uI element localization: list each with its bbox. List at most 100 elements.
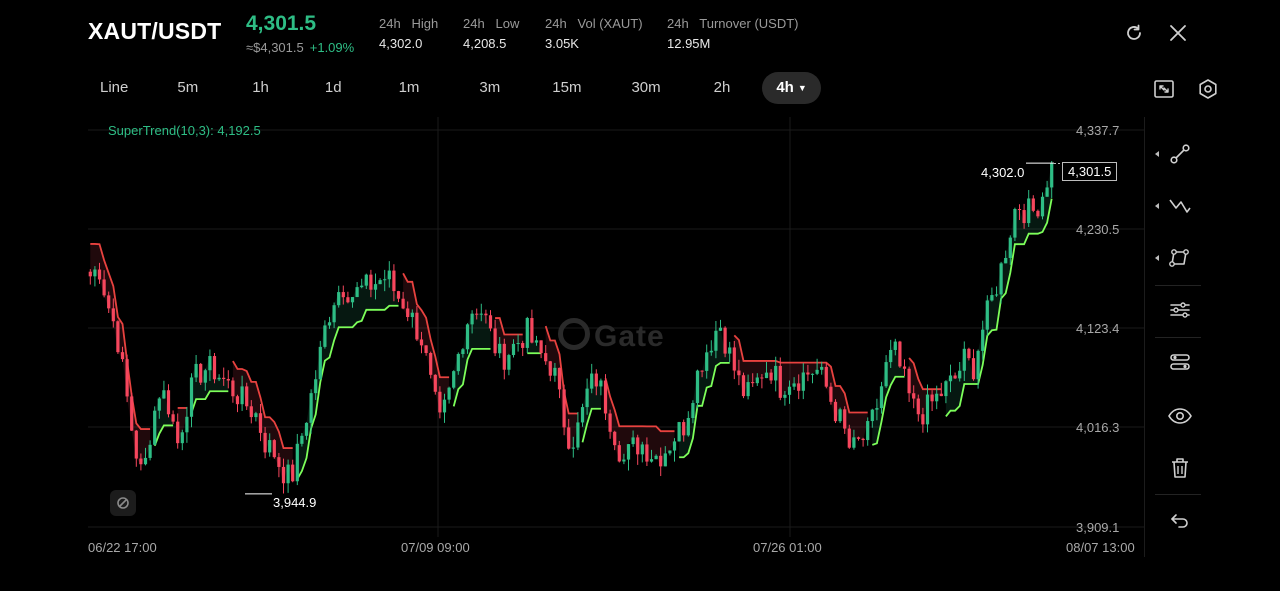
candle-body — [617, 445, 621, 462]
indicator-toggle-icon[interactable] — [110, 490, 136, 516]
candle-body — [810, 373, 815, 375]
candle-body — [199, 363, 203, 383]
candle-body — [999, 263, 1003, 295]
candle-body — [925, 394, 930, 425]
tf-3m[interactable]: 3m — [465, 72, 514, 104]
stat-value: 3.05K — [545, 36, 579, 51]
candle-body — [948, 375, 953, 382]
candle-body — [392, 270, 396, 292]
candle-body — [764, 372, 769, 379]
wave-pattern-tool-icon[interactable] — [1167, 193, 1193, 219]
candle-body — [442, 399, 447, 413]
candle-body — [939, 393, 943, 397]
tf-1d[interactable]: 1d — [311, 72, 356, 104]
candle-body — [143, 457, 148, 465]
candle-body — [291, 464, 295, 482]
candle-body — [691, 403, 695, 418]
candle-body — [222, 377, 226, 380]
candle-body — [631, 437, 635, 445]
candle-body — [930, 394, 934, 402]
candle-body — [861, 438, 865, 441]
expand-arrow-icon[interactable] — [1153, 150, 1161, 158]
pair-title[interactable]: XAUT/USDT — [88, 18, 221, 45]
candle-body — [695, 370, 700, 404]
candle-body — [102, 279, 106, 296]
candle-body — [714, 330, 718, 351]
candle-body — [438, 391, 442, 413]
tf-2h[interactable]: 2h — [700, 72, 745, 104]
tf-5m[interactable]: 5m — [163, 72, 212, 104]
refresh-icon[interactable] — [1123, 22, 1145, 44]
shape-tool-icon[interactable] — [1167, 245, 1193, 271]
candle-body — [323, 325, 327, 347]
candle-body — [153, 410, 157, 445]
candle-body — [355, 287, 359, 298]
candle-body — [493, 328, 497, 354]
candle-body — [806, 372, 810, 375]
tf-4h-dropdown[interactable]: 4h ▼ — [762, 72, 821, 104]
candle-body — [902, 366, 907, 369]
trendline-tool-icon[interactable] — [1167, 141, 1193, 167]
toolbar-divider — [1155, 285, 1201, 286]
tf-1h[interactable]: 1h — [238, 72, 283, 104]
candle-body — [737, 370, 741, 376]
candle-body — [465, 324, 470, 350]
adjust-sliders-icon[interactable] — [1167, 297, 1193, 323]
candle-body — [893, 341, 897, 350]
settings-icon[interactable] — [1196, 77, 1220, 101]
candle-body — [139, 458, 143, 465]
candle-body — [387, 270, 391, 280]
candle-body — [728, 347, 732, 354]
candle-body — [226, 379, 230, 381]
candle-body — [544, 353, 548, 362]
candle-body — [649, 459, 654, 462]
candle-body — [700, 370, 704, 372]
candle-body — [97, 269, 102, 280]
supertrend-indicator-label[interactable]: SuperTrend(10,3): 4,192.5 — [108, 123, 261, 138]
expand-arrow-icon[interactable] — [1153, 254, 1161, 262]
candle-body — [1031, 198, 1035, 211]
candle-body — [760, 377, 764, 379]
candle-body — [424, 345, 428, 354]
candle-body — [396, 291, 401, 299]
candle-body — [507, 355, 511, 370]
candle-body — [746, 382, 750, 397]
candle-body — [599, 380, 603, 387]
candle-body — [185, 416, 189, 433]
candle-body — [787, 386, 792, 395]
stat-label: 24h Low — [463, 16, 520, 31]
candle-body — [879, 386, 884, 409]
candle-body — [829, 386, 833, 402]
candle-body — [346, 297, 350, 303]
candle-body — [709, 350, 713, 353]
candle-body — [93, 269, 97, 277]
close-icon[interactable] — [1167, 22, 1189, 44]
expand-arrow-icon[interactable] — [1153, 202, 1161, 210]
trash-icon[interactable] — [1167, 455, 1193, 481]
candle-body — [889, 349, 893, 363]
candle-body — [277, 457, 281, 467]
candle-body — [935, 393, 939, 402]
candle-body — [429, 353, 433, 375]
candle-body — [272, 440, 276, 458]
candle-body — [318, 346, 322, 380]
candle-body — [254, 413, 258, 418]
undo-icon[interactable] — [1167, 507, 1193, 533]
tf-30m[interactable]: 30m — [617, 72, 674, 104]
tf-line[interactable]: Line — [86, 72, 142, 104]
candle-body — [668, 450, 672, 454]
candle-body — [820, 366, 824, 370]
candle-body — [447, 387, 451, 400]
candle-body — [157, 398, 161, 411]
visibility-eye-icon[interactable] — [1167, 403, 1193, 429]
layer-settings-icon[interactable] — [1167, 349, 1193, 375]
fullscreen-icon[interactable] — [1152, 77, 1176, 101]
stat-24h-low: 24h Low 4,208.5 — [463, 16, 519, 51]
tf-1m[interactable]: 1m — [385, 72, 434, 104]
supertrend-band-fill — [679, 327, 730, 458]
candle-body — [263, 432, 267, 453]
candle-body — [778, 365, 782, 398]
candle-body — [406, 308, 410, 318]
candle-body — [203, 370, 207, 383]
tf-15m[interactable]: 15m — [538, 72, 595, 104]
